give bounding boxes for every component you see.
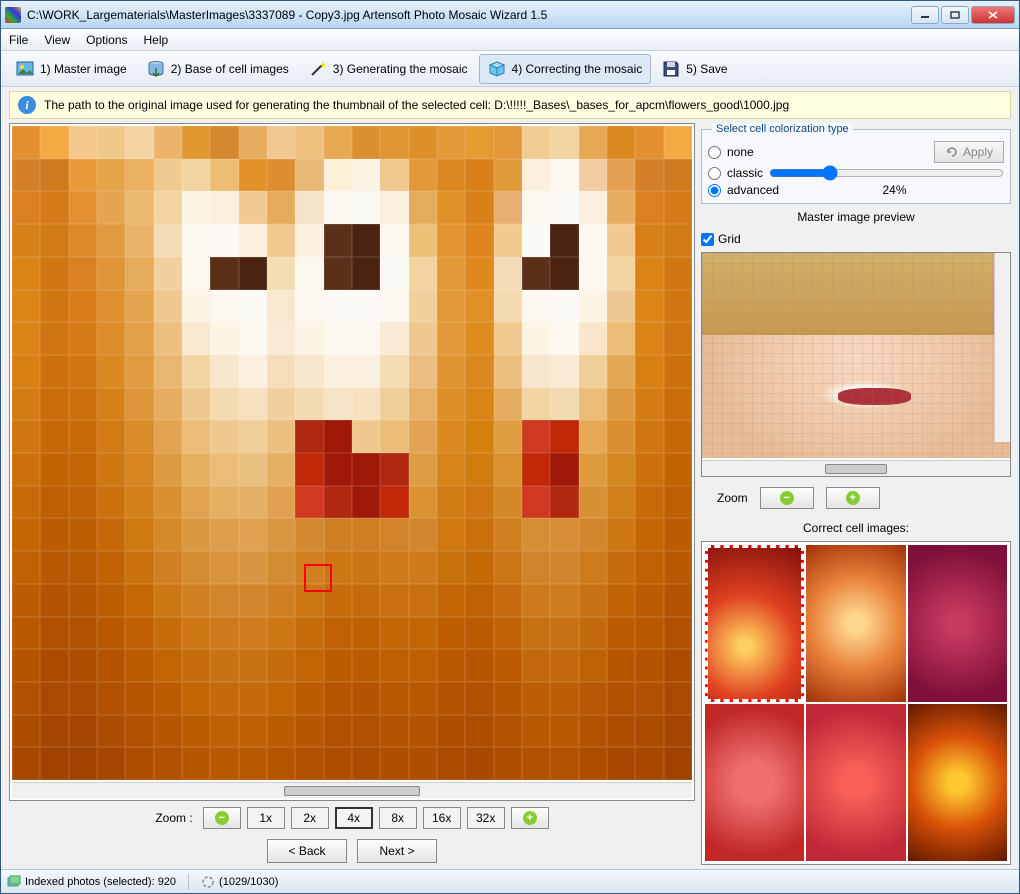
next-button[interactable]: Next > [357, 839, 437, 863]
grid-checkbox[interactable] [701, 233, 714, 246]
menu-file[interactable]: File [9, 33, 28, 47]
statusbar: Indexed photos (selected): 920 (1029/103… [1, 869, 1019, 893]
menubar: File View Options Help [1, 29, 1019, 51]
window-title: C:\WORK_Largematerials\MasterImages\3337… [27, 8, 911, 22]
app-window: C:\WORK_Largematerials\MasterImages\3337… [0, 0, 1020, 894]
menu-view[interactable]: View [44, 33, 70, 47]
right-pane: Select cell colorization type none Apply [701, 123, 1011, 865]
photos-icon [7, 875, 21, 889]
content-area: Zoom : − 1x 2x 4x 8x 16x 32x + < Back Ne… [1, 121, 1019, 869]
minimize-button[interactable] [911, 6, 939, 24]
step-master-image[interactable]: 1) Master image [7, 54, 136, 84]
radio-label-none: none [727, 145, 754, 159]
back-button[interactable]: < Back [267, 839, 347, 863]
zoom-label: Zoom : [155, 811, 192, 825]
zoom-in-button[interactable]: + [511, 807, 549, 829]
status-indexed: Indexed photos (selected): 920 [25, 876, 176, 888]
info-icon: i [18, 96, 36, 114]
maximize-button[interactable] [941, 6, 969, 24]
step-label: 5) Save [686, 62, 727, 76]
main-zoom-row: Zoom : − 1x 2x 4x 8x 16x 32x + [9, 801, 695, 835]
step-label: 1) Master image [40, 62, 127, 76]
menu-options[interactable]: Options [86, 33, 127, 47]
preview-zoom-label: Zoom [717, 491, 748, 505]
cell-thumb-3[interactable] [705, 704, 804, 861]
mosaic-frame [9, 123, 695, 801]
grid-overlay [702, 253, 1010, 458]
mosaic-canvas[interactable] [12, 126, 692, 780]
preview-box [701, 252, 1011, 477]
step-label: 3) Generating the mosaic [333, 62, 468, 76]
preview-zoom-in[interactable]: + [826, 487, 880, 509]
plus-icon: + [846, 491, 860, 505]
step-correct[interactable]: 4) Correcting the mosaic [479, 54, 652, 84]
zoom-1x[interactable]: 1x [247, 807, 285, 829]
cell-thumb-0[interactable] [705, 545, 804, 702]
correct-cells-grid [701, 541, 1011, 865]
zoom-out-button[interactable]: − [203, 807, 241, 829]
preview-zoom-out[interactable]: − [760, 487, 814, 509]
preview-image[interactable] [702, 253, 1010, 458]
zoom-32x[interactable]: 32x [467, 807, 505, 829]
step-save[interactable]: 5) Save [653, 54, 736, 84]
selected-cell-marker[interactable] [304, 564, 332, 592]
info-bar: i The path to the original image used fo… [9, 91, 1011, 119]
step-generate[interactable]: 3) Generating the mosaic [300, 54, 477, 84]
nav-buttons: < Back Next > [9, 835, 695, 865]
cell-thumb-5[interactable] [908, 704, 1007, 861]
radio-label-classic: classic [727, 166, 763, 180]
step-base-cells[interactable]: 2) Base of cell images [138, 54, 298, 84]
radio-classic[interactable] [708, 167, 721, 180]
step-label: 4) Correcting the mosaic [512, 62, 643, 76]
spinner-icon [201, 875, 215, 889]
close-button[interactable] [971, 6, 1015, 24]
preview-vscroll[interactable] [994, 253, 1010, 442]
zoom-8x[interactable]: 8x [379, 807, 417, 829]
colorization-group: Select cell colorization type none Apply [701, 123, 1011, 204]
mosaic-hscroll[interactable] [12, 782, 692, 798]
apply-button[interactable]: Apply [934, 141, 1004, 163]
refresh-icon [945, 145, 959, 159]
image-icon [16, 60, 34, 78]
colorization-slider[interactable] [769, 165, 1004, 181]
radio-advanced[interactable] [708, 184, 721, 197]
grid-checkbox-row[interactable]: Grid [701, 232, 1011, 246]
preview-zoom-row: Zoom − + [701, 481, 1011, 515]
correct-cells-title: Correct cell images: [701, 521, 1011, 535]
wizard-toolbar: 1) Master image 2) Base of cell images 3… [1, 51, 1019, 87]
preview-hscroll[interactable] [702, 460, 1010, 476]
status-progress: (1029/1030) [219, 876, 278, 888]
preview-title: Master image preview [701, 210, 1011, 224]
zoom-2x[interactable]: 2x [291, 807, 329, 829]
cube-icon [488, 60, 506, 78]
app-icon [5, 7, 21, 23]
mosaic-pane: Zoom : − 1x 2x 4x 8x 16x 32x + < Back Ne… [9, 123, 695, 865]
colorization-percent: 24% [785, 183, 1004, 197]
database-icon [147, 60, 165, 78]
floppy-icon [662, 60, 680, 78]
group-title: Select cell colorization type [712, 123, 853, 135]
zoom-16x[interactable]: 16x [423, 807, 461, 829]
minus-icon: − [215, 811, 229, 825]
minus-icon: − [780, 491, 794, 505]
cell-thumb-2[interactable] [908, 545, 1007, 702]
info-text: The path to the original image used for … [44, 98, 789, 112]
grid-label: Grid [718, 232, 741, 246]
cell-thumb-1[interactable] [806, 545, 905, 702]
cell-thumb-4[interactable] [806, 704, 905, 861]
menu-help[interactable]: Help [144, 33, 169, 47]
titlebar[interactable]: C:\WORK_Largematerials\MasterImages\3337… [1, 1, 1019, 29]
radio-label-advanced: advanced [727, 183, 779, 197]
zoom-4x[interactable]: 4x [335, 807, 373, 829]
plus-icon: + [523, 811, 537, 825]
step-label: 2) Base of cell images [171, 62, 289, 76]
window-controls [911, 6, 1015, 24]
wand-icon [309, 60, 327, 78]
radio-none[interactable] [708, 146, 721, 159]
